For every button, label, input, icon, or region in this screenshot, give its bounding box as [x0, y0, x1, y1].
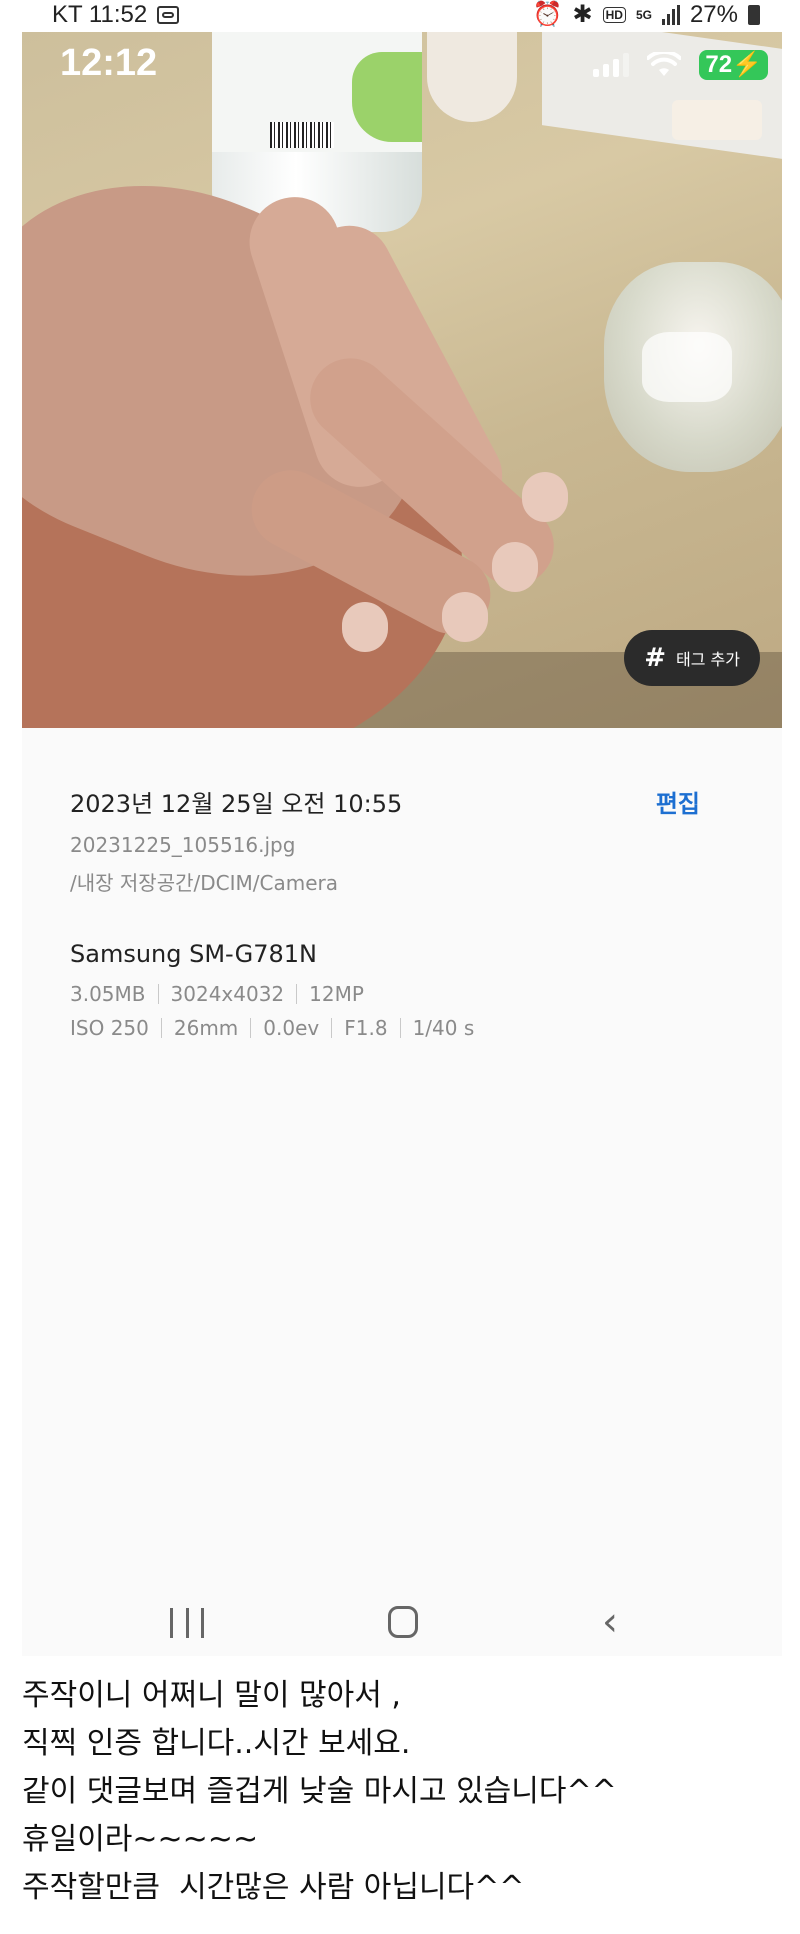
photo-preview[interactable]: 12:12 72⚡ # 태그 추가 [22, 32, 782, 728]
post-line: 휴일이라~~~~~ [22, 1822, 259, 1857]
cellular-signal-icon [593, 53, 630, 77]
divider [157, 984, 159, 1004]
post-line: 주작할만큼 시간많은 사람 아닙니다^^ [22, 1870, 525, 1905]
signal-icon [661, 5, 680, 25]
divider [399, 1018, 401, 1038]
outer-status-left: KT 11:52 [52, 0, 180, 30]
edit-button[interactable]: 편집 [656, 784, 700, 819]
outer-status-right: ⏰ ✱ HD 5G 27% [533, 0, 760, 30]
inner-status-right: 72⚡ [593, 50, 768, 80]
iso-value: ISO 250 [70, 1016, 149, 1040]
camera-device: Samsung SM-G781N [70, 940, 317, 968]
aperture: F1.8 [344, 1016, 388, 1040]
camera-settings-row: ISO 250 26mm 0.0ev F1.8 1/40 s [70, 1016, 750, 1040]
wifi-icon [647, 52, 682, 76]
barcode [270, 122, 334, 148]
add-tag-button[interactable]: # 태그 추가 [624, 630, 760, 686]
fingernail [522, 472, 568, 522]
file-size: 3.05MB [70, 982, 146, 1006]
exposure-value: 0.0ev [263, 1016, 320, 1040]
battery-charging-icon: 72⚡ [699, 50, 768, 80]
battery-percent: 27% [689, 1, 738, 28]
divider [160, 1018, 162, 1038]
inner-status-bar: 12:12 72⚡ [22, 32, 782, 102]
divider [296, 984, 298, 1004]
android-nav-bar: ‹ [22, 1592, 782, 1656]
tray-sticker [672, 100, 762, 140]
hd-voice-icon: HD [602, 7, 626, 23]
focal-length: 26mm [173, 1016, 239, 1040]
file-specs-row: 3.05MB 3024x4032 12MP [70, 982, 750, 1006]
hashtag-icon: # [644, 643, 667, 673]
voicemail-icon [157, 6, 180, 24]
carrier-time: KT 11:52 [52, 1, 148, 28]
glass-reflection [642, 332, 732, 402]
fingernail [442, 592, 488, 642]
inner-status-time: 12:12 [60, 42, 158, 84]
battery-icon [748, 5, 760, 25]
photo-details-panel: 2023년 12월 25일 오전 10:55 편집 20231225_10551… [70, 784, 750, 1040]
fingernail [492, 542, 538, 592]
add-tag-label: 태그 추가 [676, 650, 740, 669]
photo-datetime: 2023년 12월 25일 오전 10:55 [70, 790, 403, 818]
network-type-icon: 5G [635, 8, 652, 22]
megapixels: 12MP [309, 982, 364, 1006]
fingernail [342, 602, 388, 652]
divider [250, 1018, 252, 1038]
post-body: 주작이니 어쩌니 말이 많아서 , 직찍 인증 합니다..시간 보세요. 같이 … [22, 1672, 782, 1912]
post-line: 직찍 인증 합니다..시간 보세요. [22, 1726, 411, 1761]
divider [331, 1018, 333, 1038]
photo-filename: 20231225_105516.jpg [70, 833, 296, 857]
outer-status-bar: KT 11:52 ⏰ ✱ HD 5G 27% [0, 0, 800, 32]
recent-apps-icon[interactable] [170, 1608, 204, 1638]
inner-battery-level: 72 [705, 51, 733, 78]
bluetooth-icon: ✱ [572, 1, 593, 28]
back-icon[interactable]: ‹ [602, 1602, 618, 1642]
post-line: 같이 댓글보며 즐겁게 낮술 마시고 있습니다^^ [22, 1774, 617, 1809]
home-icon[interactable] [388, 1606, 418, 1638]
post-line: 주작이니 어쩌니 말이 많아서 , [22, 1678, 401, 1713]
alarm-icon: ⏰ [532, 1, 563, 28]
gallery-screenshot: 12:12 72⚡ # 태그 추가 2023년 12월 25일 오전 10:55… [22, 32, 782, 1656]
shutter-speed: 1/40 s [412, 1016, 475, 1040]
resolution: 3024x4032 [170, 982, 285, 1006]
photo-path: /내장 저장공간/DCIM/Camera [70, 871, 338, 895]
